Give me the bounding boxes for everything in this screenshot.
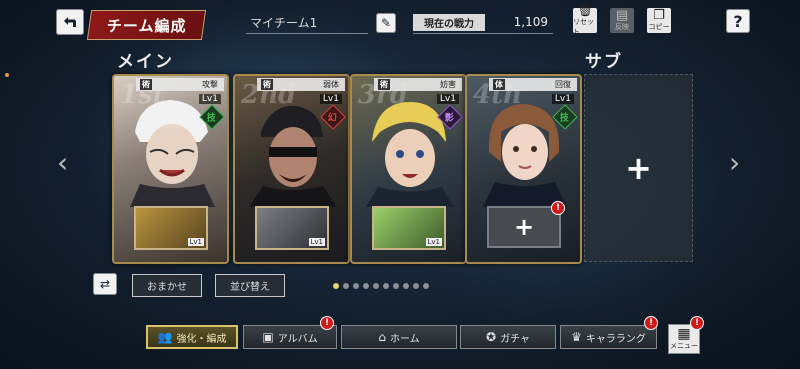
- type-tag: 体: [493, 79, 505, 90]
- nav-enhance-team[interactable]: 👥 強化・編成: [146, 325, 238, 349]
- home-icon: ⌂: [378, 330, 386, 344]
- nav-label: ホーム: [389, 333, 420, 345]
- copy-icon: ❐: [653, 8, 665, 23]
- page-dot[interactable]: [333, 283, 339, 289]
- page-dot[interactable]: [423, 283, 429, 289]
- back-button[interactable]: [56, 9, 84, 35]
- support-card[interactable]: Lv1: [134, 206, 208, 250]
- character-card-1[interactable]: 1st 術攻撃 Lv1 技 Lv1: [112, 74, 229, 264]
- attribute-label: 影: [445, 113, 455, 124]
- sort-button[interactable]: 並び替え: [215, 274, 285, 297]
- character-card-3[interactable]: 3rd 術妨害 Lv1 影 Lv1: [350, 74, 467, 264]
- type-tag: 術: [378, 79, 390, 90]
- type-tag: 術: [261, 79, 273, 90]
- swap-view-button[interactable]: ⇄: [93, 273, 117, 295]
- power-underline: [413, 33, 553, 34]
- card-role: 回復: [555, 80, 571, 89]
- page-indicator: [333, 283, 429, 289]
- notification-badge: !: [644, 316, 658, 330]
- reset-label: リセット: [573, 18, 594, 36]
- page-title: チーム編成: [106, 16, 187, 35]
- trash-icon: 🗑: [576, 3, 594, 18]
- nav-home[interactable]: ⌂ ホーム: [341, 325, 457, 349]
- page-dot[interactable]: [353, 283, 359, 289]
- card-role: 攻撃: [202, 80, 218, 89]
- document-icon: ▤: [615, 8, 629, 23]
- prev-page-arrow[interactable]: ‹: [57, 149, 71, 177]
- page-dot[interactable]: [403, 283, 409, 289]
- auto-assign-button[interactable]: おまかせ: [132, 274, 202, 297]
- indicator-dot: [5, 73, 9, 77]
- card-role: 妨害: [440, 80, 456, 89]
- page-dot[interactable]: [343, 283, 349, 289]
- notification-badge: !: [551, 201, 565, 215]
- notification-badge: !: [320, 316, 334, 330]
- character-card-4[interactable]: 4th 体回復 Lv1 技 +: [465, 74, 582, 264]
- attribute-label: 技: [560, 113, 570, 124]
- nav-label: キャララング: [585, 333, 646, 345]
- nav-gacha[interactable]: ✪ ガチャ: [460, 325, 556, 349]
- add-support-button[interactable]: +: [487, 206, 561, 248]
- add-sub-member-slot[interactable]: +: [584, 74, 693, 262]
- swap-icon: ⇄: [99, 277, 111, 291]
- team-name-underline: [246, 33, 368, 34]
- page-dot[interactable]: [383, 283, 389, 289]
- attribute-label: 技: [207, 113, 217, 124]
- power-value: 1,109: [513, 15, 548, 29]
- card-type-bar: 体 回復: [489, 78, 577, 91]
- card-level: Lv1: [551, 94, 574, 104]
- reflect-button[interactable]: ▤ 反映: [610, 8, 634, 33]
- card-level: Lv1: [436, 94, 459, 104]
- edit-team-name-button[interactable]: ✎: [376, 13, 396, 33]
- support-level: Lv1: [187, 238, 204, 246]
- reflect-label: 反映: [615, 23, 629, 31]
- nav-label: ガチャ: [500, 333, 530, 345]
- card-type-bar: 術 攻撃: [136, 78, 224, 91]
- card-type-bar: 術 妨害: [374, 78, 462, 91]
- type-tag: 術: [140, 79, 152, 90]
- main-section-label: メイン: [117, 52, 174, 72]
- card-role: 弱体: [323, 80, 339, 89]
- team-name: マイチーム1: [250, 16, 318, 30]
- nav-label: アルバム: [277, 333, 318, 345]
- gacha-icon: ✪: [486, 330, 497, 344]
- pencil-icon: ✎: [380, 16, 392, 30]
- support-card[interactable]: Lv1: [372, 206, 446, 250]
- copy-label: コピー: [648, 23, 670, 31]
- help-button[interactable]: ?: [726, 9, 750, 33]
- nav-label: 強化・編成: [176, 333, 227, 345]
- album-icon: ▣: [262, 330, 274, 344]
- menu-label: メニュー: [670, 342, 698, 350]
- page-dot[interactable]: [413, 283, 419, 289]
- card-type-bar: 術 弱体: [257, 78, 345, 91]
- nav-character-ranking[interactable]: ♛ キャララング: [560, 325, 657, 349]
- ranking-icon: ♛: [571, 330, 582, 344]
- page-dot[interactable]: [373, 283, 379, 289]
- sub-section-label: サブ: [585, 52, 623, 72]
- team-icon: 👥: [157, 330, 173, 344]
- support-level: Lv1: [308, 238, 325, 246]
- page-dot[interactable]: [393, 283, 399, 289]
- card-level: Lv1: [319, 94, 342, 104]
- next-page-arrow[interactable]: ›: [729, 149, 743, 177]
- back-arrow-icon: [64, 17, 76, 27]
- character-card-2[interactable]: 2nd 術弱体 Lv1 幻 Lv1: [233, 74, 350, 264]
- attribute-label: 幻: [328, 113, 338, 124]
- grid-icon: ▦: [677, 326, 691, 342]
- support-card[interactable]: Lv1: [255, 206, 329, 250]
- support-level: Lv1: [425, 238, 442, 246]
- reset-button[interactable]: 🗑 リセット: [573, 4, 597, 36]
- page-title-banner: チーム編成: [86, 10, 207, 40]
- copy-button[interactable]: ❐ コピー: [647, 8, 671, 33]
- page-dot[interactable]: [363, 283, 369, 289]
- card-level: Lv1: [198, 94, 221, 104]
- help-icon: ?: [733, 11, 743, 31]
- power-label: 現在の戦力: [413, 14, 485, 31]
- notification-badge: !: [690, 316, 704, 330]
